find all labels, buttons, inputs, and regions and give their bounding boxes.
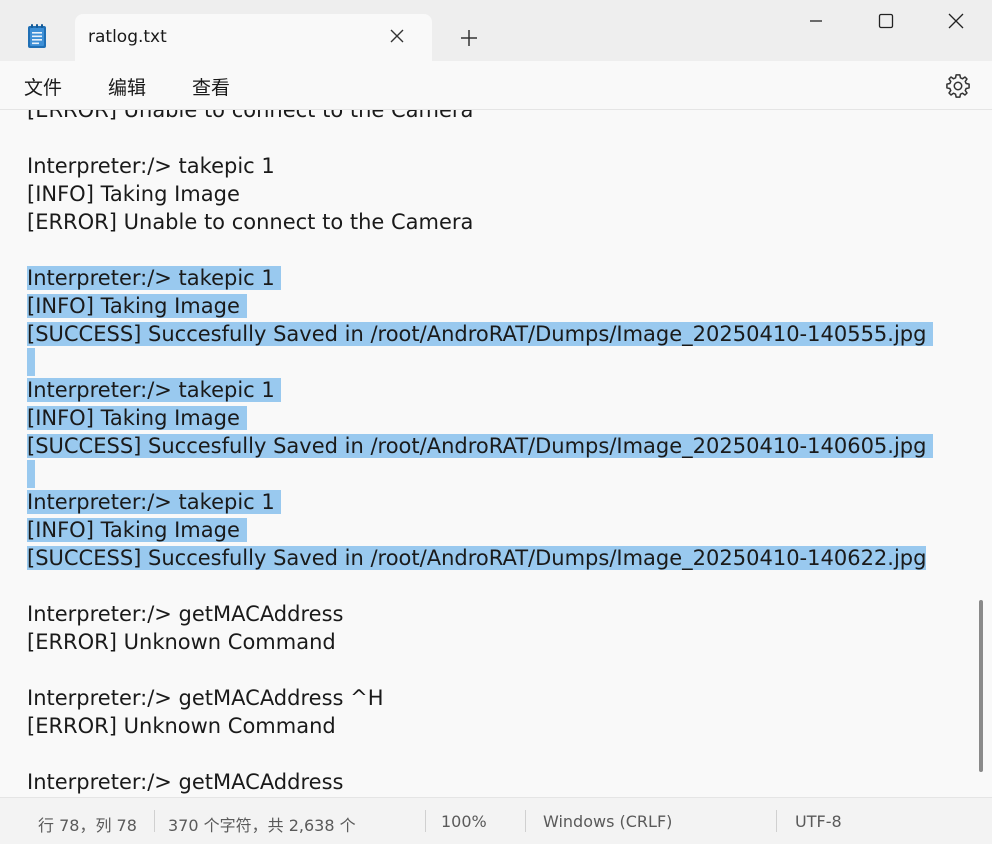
text-line: [ERROR] Unable to connect to the Camera	[27, 208, 933, 236]
text-editor[interactable]: [ERROR] Unable to connect to the Camera I…	[0, 110, 992, 796]
line-text: Interpreter:/> getMACAddress	[27, 770, 344, 794]
status-divider	[776, 810, 777, 832]
selected-text: [INFO] Taking Image	[27, 406, 247, 430]
selected-text: Interpreter:/> takepic 1	[27, 490, 282, 514]
menu-file[interactable]: 文件	[24, 73, 62, 100]
line-text: [ERROR] Unable to connect to the Camera	[27, 110, 474, 122]
line-text: Interpreter:/> getMACAddress ^H	[27, 686, 384, 710]
title-bar: ratlog.txt	[0, 0, 992, 62]
text-line: [SUCCESS] Succesfully Saved in /root/And…	[27, 320, 934, 348]
text-line	[27, 124, 933, 152]
menu-view[interactable]: 查看	[192, 73, 230, 100]
menu-edit[interactable]: 编辑	[108, 73, 146, 100]
minimize-button[interactable]	[781, 0, 851, 44]
tab-title: ratlog.txt	[88, 27, 167, 47]
menu-bar: 文件 编辑 查看	[0, 61, 992, 110]
status-encoding[interactable]: UTF-8	[795, 812, 842, 831]
close-icon	[948, 13, 964, 29]
text-line: Interpreter:/> getMACAddress	[27, 768, 933, 796]
notepad-icon	[26, 23, 50, 49]
text-line: Interpreter:/> takepic 1	[27, 264, 933, 292]
text-line: [SUCCESS] Succesfully Saved in /root/And…	[27, 432, 934, 460]
text-line: Interpreter:/> takepic 1	[27, 488, 933, 516]
selected-text: [INFO] Taking Image	[27, 294, 247, 318]
text-line: [INFO] Taking Image	[27, 180, 933, 208]
line-text: [ERROR] Unknown Command	[27, 630, 336, 654]
selected-text: [INFO] Taking Image	[27, 518, 247, 542]
line-text: [ERROR] Unable to connect to the Camera	[27, 210, 474, 234]
text-line	[27, 656, 933, 684]
text-line: [INFO] Taking Image	[27, 404, 933, 432]
status-zoom[interactable]: 100%	[441, 812, 487, 831]
maximize-icon	[878, 13, 894, 29]
status-line-ending[interactable]: Windows (CRLF)	[543, 812, 672, 831]
text-line: Interpreter:/> takepic 1	[27, 376, 933, 404]
text-line: [INFO] Taking Image	[27, 516, 933, 544]
selection-highlight	[27, 348, 35, 376]
line-text: [ERROR] Unknown Command	[27, 714, 336, 738]
maximize-button[interactable]	[851, 0, 921, 44]
selected-text: [SUCCESS] Succesfully Saved in /root/And…	[27, 322, 934, 346]
selected-text: Interpreter:/> takepic 1	[27, 266, 282, 290]
window-close-button[interactable]	[921, 0, 991, 44]
close-icon[interactable]	[389, 28, 405, 44]
selected-text: [SUCCESS] Succesfully Saved in /root/And…	[27, 434, 934, 458]
text-line	[27, 460, 933, 488]
status-bar: 行 78，列 78 370 个字符，共 2,638 个 100% Windows…	[0, 797, 992, 844]
status-divider	[525, 810, 526, 832]
text-line: [ERROR] Unknown Command	[27, 712, 933, 740]
selected-text: Interpreter:/> takepic 1	[27, 378, 282, 402]
text-line	[27, 236, 933, 264]
status-cursor-position: 行 78，列 78	[38, 816, 137, 835]
line-text: [INFO] Taking Image	[27, 182, 240, 206]
text-line	[27, 348, 933, 376]
minimize-icon	[810, 20, 822, 22]
selected-text: [SUCCESS] Succesfully Saved in /root/And…	[27, 546, 927, 570]
tab-ratlog[interactable]: ratlog.txt	[75, 14, 432, 62]
plus-icon[interactable]	[459, 28, 479, 48]
vertical-scrollbar[interactable]	[979, 600, 983, 772]
text-line: [SUCCESS] Succesfully Saved in /root/And…	[27, 544, 933, 572]
notepad-window: ratlog.txt 文件 编辑 查看 [ERROR] Unable to co…	[0, 0, 992, 844]
text-lines: [ERROR] Unable to connect to the Camera I…	[27, 110, 934, 796]
text-line: Interpreter:/> getMACAddress	[27, 600, 933, 628]
status-character-count: 370 个字符，共 2,638 个	[168, 816, 356, 835]
text-line	[27, 572, 933, 600]
gear-icon[interactable]	[944, 72, 972, 100]
text-line: [ERROR] Unable to connect to the Camera	[27, 110, 933, 124]
line-text: Interpreter:/> takepic 1	[27, 154, 275, 178]
status-divider	[425, 810, 426, 832]
text-line: [INFO] Taking Image	[27, 292, 933, 320]
status-divider	[154, 810, 155, 832]
selection-highlight	[27, 460, 35, 488]
line-text: Interpreter:/> getMACAddress	[27, 602, 344, 626]
text-line: [ERROR] Unknown Command	[27, 628, 933, 656]
text-line: Interpreter:/> takepic 1	[27, 152, 933, 180]
text-line	[27, 740, 933, 768]
text-line: Interpreter:/> getMACAddress ^H	[27, 684, 933, 712]
